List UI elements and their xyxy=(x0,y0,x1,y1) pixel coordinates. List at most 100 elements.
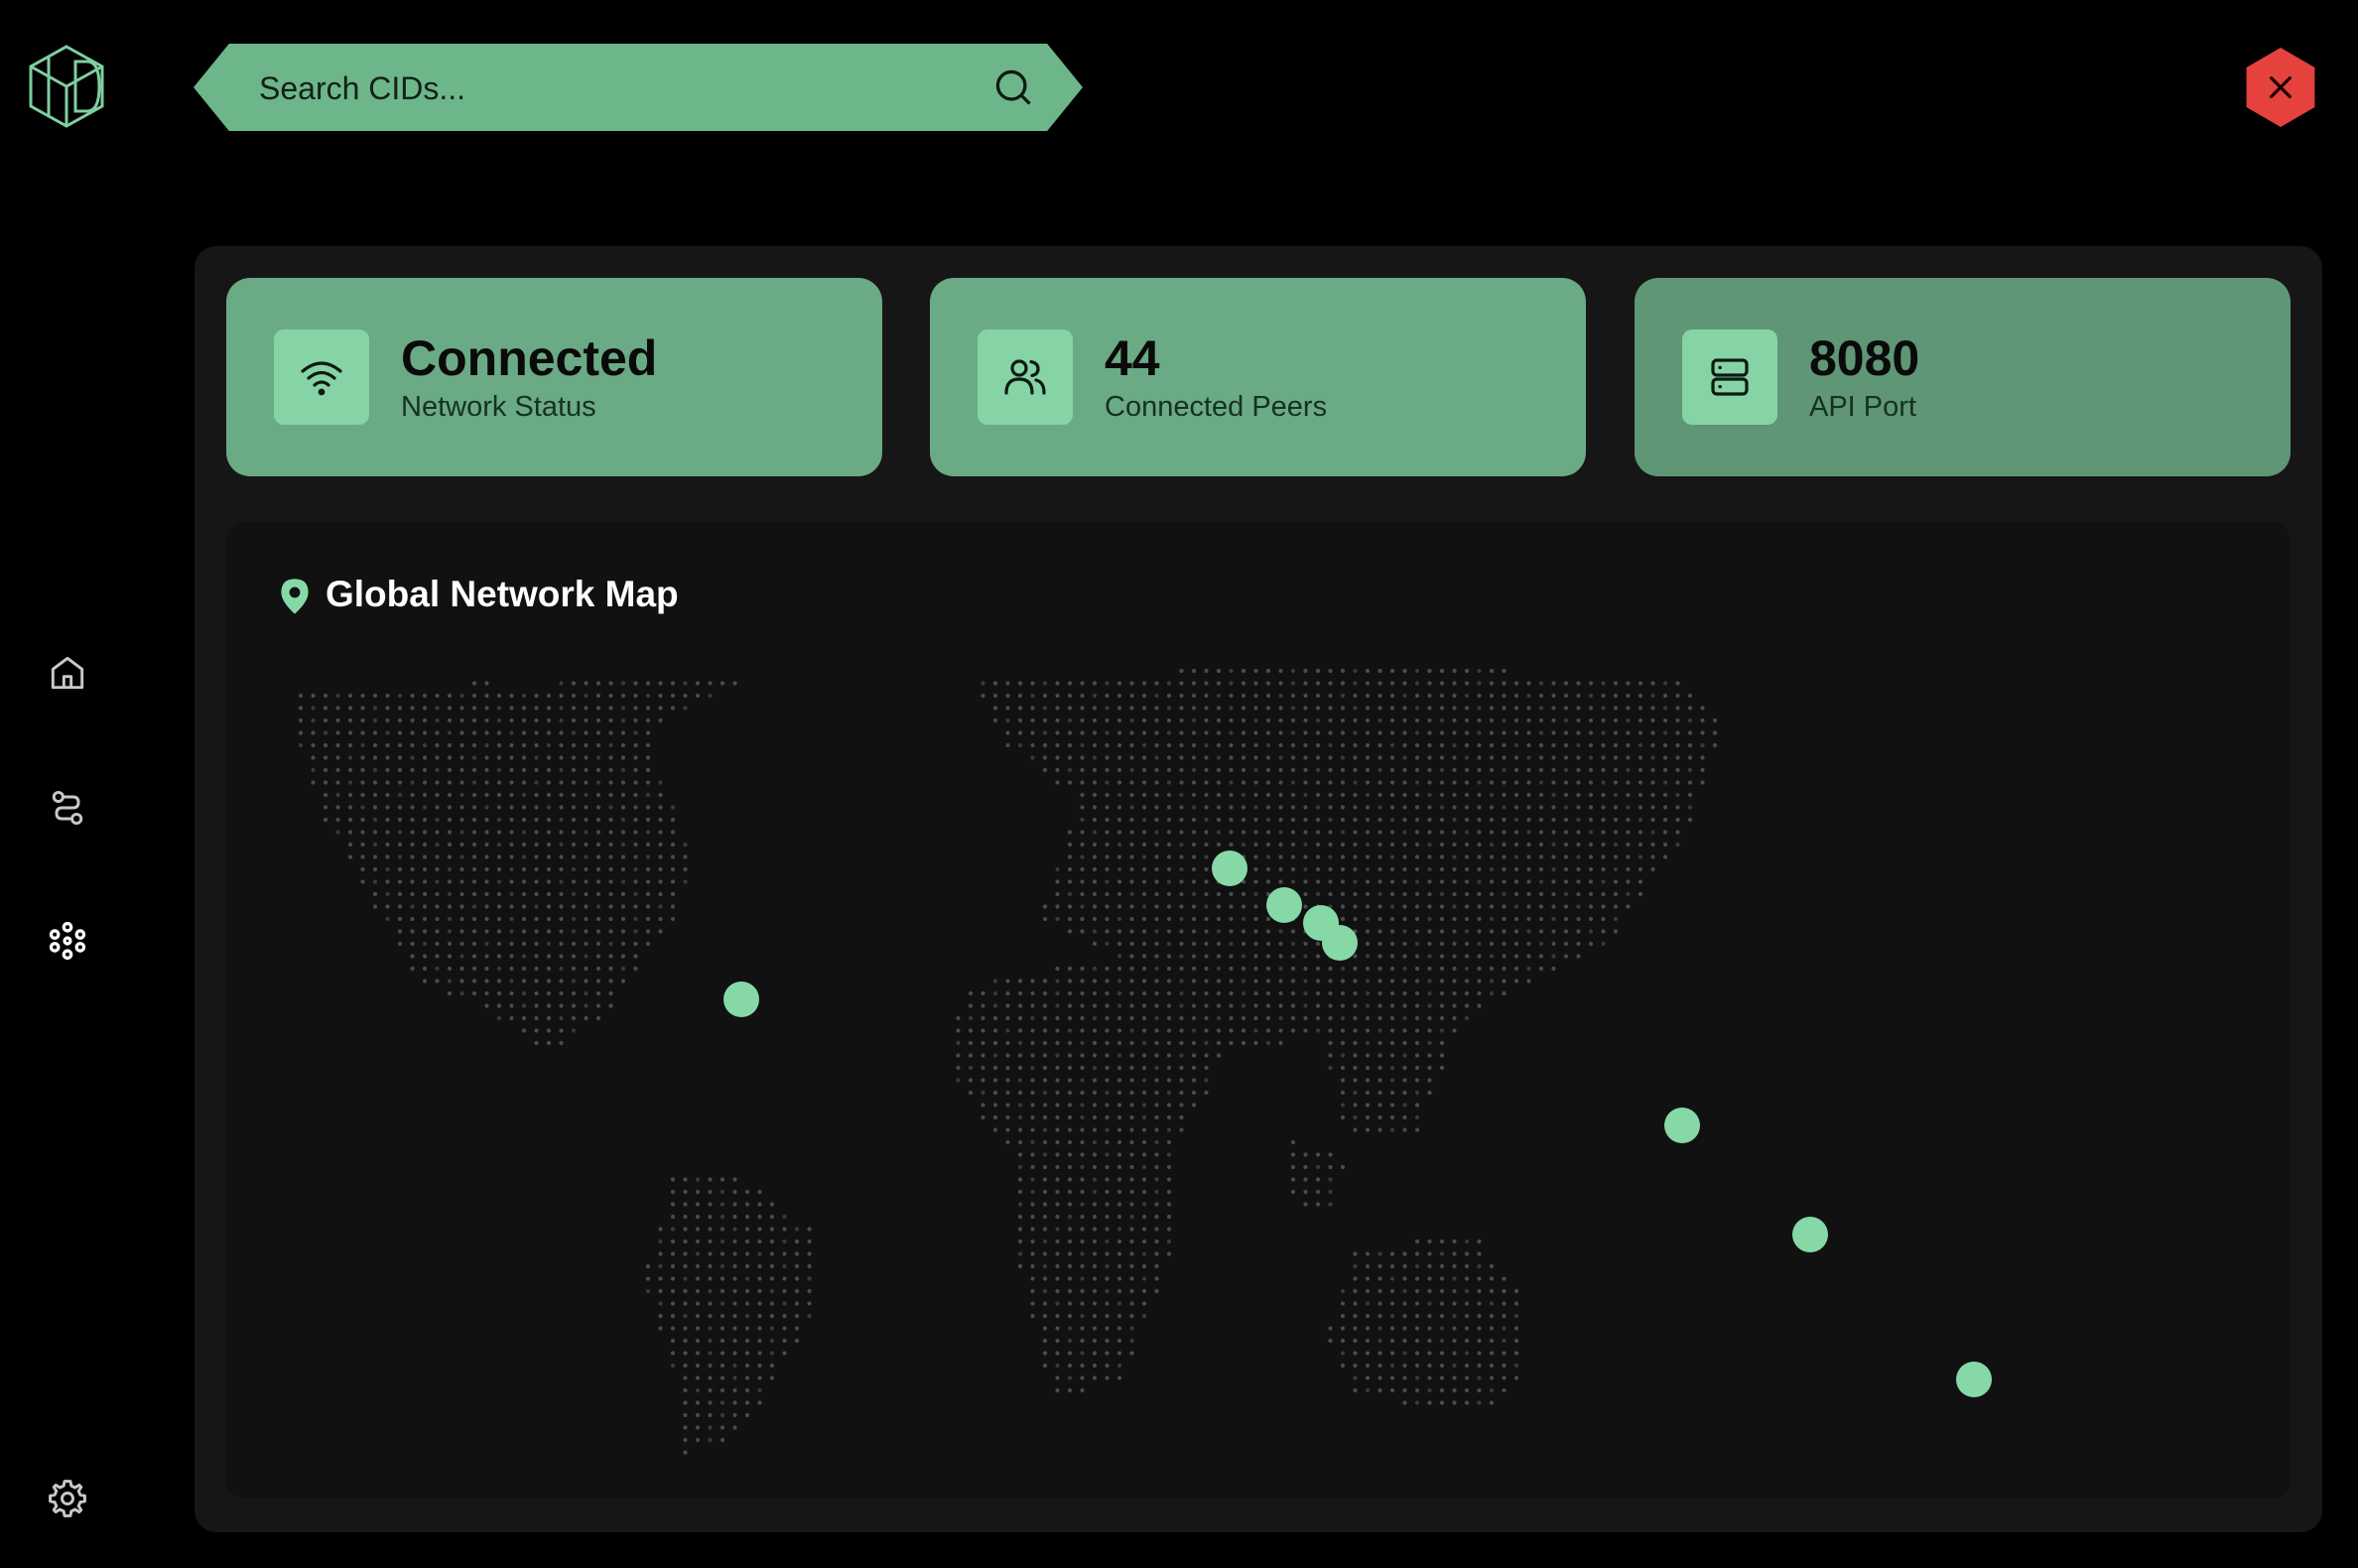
map-dot xyxy=(1353,1103,1358,1108)
map-dot xyxy=(571,842,577,848)
map-dot xyxy=(1116,1152,1122,1157)
map-dot xyxy=(410,718,415,723)
map-dot xyxy=(1427,1400,1432,1405)
map-dot xyxy=(1030,1263,1035,1269)
peer-marker[interactable] xyxy=(1212,850,1247,886)
map-dot xyxy=(708,1214,713,1220)
map-dot xyxy=(1042,1028,1048,1033)
map-dot xyxy=(546,706,552,711)
search-button[interactable] xyxy=(991,65,1035,109)
map-dot xyxy=(1154,681,1159,686)
map-dot xyxy=(471,954,477,959)
map-dot xyxy=(496,879,502,884)
map-dot xyxy=(459,817,464,823)
map-dot xyxy=(1464,780,1470,785)
map-dot xyxy=(1563,954,1569,959)
map-dot xyxy=(620,979,626,983)
map-dot xyxy=(1328,718,1333,723)
map-dot xyxy=(1563,742,1569,748)
map-dot xyxy=(521,817,527,823)
map-dot xyxy=(1427,830,1432,835)
map-dot xyxy=(1601,742,1606,748)
peer-marker[interactable] xyxy=(1322,925,1358,961)
map-dot xyxy=(1513,805,1519,810)
map-dot xyxy=(1414,1065,1420,1071)
map-dot xyxy=(1129,1015,1134,1021)
peer-marker[interactable] xyxy=(1664,1108,1700,1143)
map-dot xyxy=(1526,792,1531,798)
map-dot xyxy=(1513,1326,1519,1331)
map-dot xyxy=(571,1028,577,1033)
peer-marker[interactable] xyxy=(1266,887,1302,923)
map-dot xyxy=(1067,1040,1073,1046)
map-dot xyxy=(1675,842,1680,848)
map-dot xyxy=(1229,842,1234,848)
map-dot xyxy=(1427,792,1432,798)
map-dot xyxy=(1204,842,1209,848)
map-dot xyxy=(670,1326,676,1331)
map-dot xyxy=(1414,668,1420,674)
map-dot xyxy=(1439,1338,1445,1344)
map-dot xyxy=(1229,904,1234,909)
map-dot xyxy=(1179,1114,1184,1120)
map-dot xyxy=(1141,1301,1147,1306)
sidebar-item-settings[interactable] xyxy=(46,1477,89,1520)
map-dot xyxy=(683,1227,688,1232)
map-dot xyxy=(1229,954,1234,959)
map-dot xyxy=(1278,742,1283,748)
sidebar-item-home[interactable] xyxy=(46,651,89,695)
map-dot xyxy=(1328,1152,1333,1157)
sidebar-item-routes[interactable] xyxy=(46,786,89,830)
map-dot xyxy=(794,1301,800,1306)
map-dot xyxy=(1489,1276,1495,1281)
map-dot xyxy=(1241,1015,1246,1021)
search-input[interactable] xyxy=(257,44,976,131)
map-dot xyxy=(385,854,390,859)
map-dot xyxy=(1092,1028,1098,1033)
map-dot xyxy=(1092,941,1098,947)
map-dot xyxy=(633,866,638,872)
map-dot xyxy=(1191,755,1197,760)
map-dot xyxy=(509,954,514,959)
close-button[interactable] xyxy=(2246,48,2315,127)
map-dot xyxy=(571,916,577,922)
map-dot xyxy=(1278,681,1283,686)
map-dot xyxy=(1513,941,1519,947)
map-dot xyxy=(1452,954,1457,959)
map-dot xyxy=(1067,706,1073,711)
map-dot xyxy=(1477,916,1482,922)
map-dot xyxy=(1141,1214,1147,1220)
peer-marker[interactable] xyxy=(1792,1217,1828,1252)
map-dot xyxy=(695,1301,701,1306)
peer-marker[interactable] xyxy=(723,981,759,1017)
map-dot xyxy=(1017,1227,1023,1232)
map-dot xyxy=(1414,1276,1420,1281)
map-dot xyxy=(372,891,378,897)
map-dot xyxy=(559,990,564,996)
map-dot xyxy=(521,842,527,848)
map-dot xyxy=(1601,730,1606,735)
map-dot xyxy=(1477,879,1482,884)
map-dot xyxy=(1105,767,1110,773)
map-dot xyxy=(1353,1114,1358,1120)
map-dot xyxy=(410,879,415,884)
map-dot xyxy=(311,730,316,735)
map-dot xyxy=(1179,1103,1184,1108)
map-dot xyxy=(683,1202,688,1207)
map-dot xyxy=(559,792,564,798)
sidebar-item-peers[interactable] xyxy=(46,919,89,963)
map-dot xyxy=(1452,1015,1457,1021)
map-dot xyxy=(447,830,453,835)
map-dot xyxy=(1191,904,1197,909)
map-dot xyxy=(1253,1003,1258,1008)
map-dot xyxy=(1613,854,1619,859)
map-dot xyxy=(1265,990,1271,996)
map-dot xyxy=(1179,1003,1184,1008)
map-dot xyxy=(534,954,539,959)
peer-marker[interactable] xyxy=(1956,1362,1992,1397)
map-dot xyxy=(1303,742,1308,748)
map-dot xyxy=(1340,1288,1346,1294)
map-dot xyxy=(1216,780,1222,785)
map-dot xyxy=(1427,1288,1432,1294)
map-dot xyxy=(720,1437,725,1443)
